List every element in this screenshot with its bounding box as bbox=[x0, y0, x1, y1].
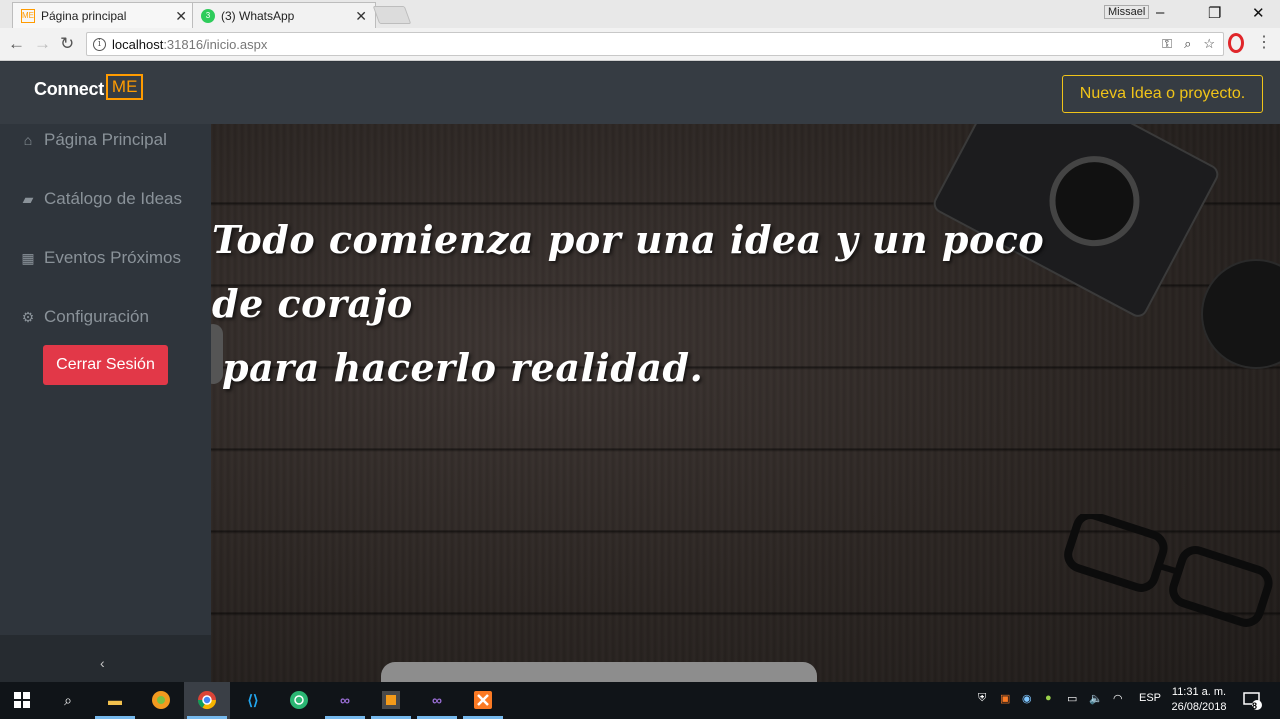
hero-quote: Todo comienza por una idea y un poco de … bbox=[212, 208, 1072, 400]
close-window-icon[interactable]: ✕ bbox=[1252, 4, 1265, 22]
language-indicator[interactable]: ESP bbox=[1139, 692, 1161, 704]
close-tab-icon[interactable]: ✕ bbox=[355, 8, 367, 25]
profile-button[interactable]: Missael bbox=[1104, 5, 1150, 19]
logout-button[interactable]: Cerrar Sesión bbox=[43, 345, 168, 385]
sidebar-footer: ‹ bbox=[0, 635, 211, 682]
sidebar: ⌂ Página Principal ▰ Catálogo de Ideas ▦… bbox=[0, 124, 211, 682]
tab-title: (3) WhatsApp bbox=[221, 8, 295, 23]
forward-icon[interactable]: → bbox=[34, 34, 51, 54]
visual-studio-icon-2[interactable]: ∞ bbox=[425, 688, 449, 712]
sidebar-item-configuracion[interactable]: ⚙ Configuración bbox=[20, 305, 149, 329]
tab-pagina-principal[interactable]: ME Página principal ✕ bbox=[12, 2, 196, 28]
visual-studio-icon[interactable]: ∞ bbox=[333, 688, 357, 712]
hero-quote-line2: para hacerlo realidad. bbox=[222, 345, 704, 390]
sidebar-item-label: Eventos Próximos bbox=[44, 248, 181, 267]
address-bar[interactable]: i localhost :31816/inicio.aspx ⚿ ⌕ ☆ bbox=[86, 32, 1224, 56]
laptop-edge-image bbox=[381, 662, 817, 682]
clock-time: 11:31 a. m. bbox=[1171, 686, 1227, 698]
fl-studio-icon[interactable] bbox=[149, 688, 173, 712]
sidebar-item-pagina-principal[interactable]: ⌂ Página Principal bbox=[20, 128, 167, 152]
sidebar-item-catalogo-ideas[interactable]: ▰ Catálogo de Ideas bbox=[20, 187, 182, 211]
connectme-favicon-icon: ME bbox=[21, 8, 35, 23]
sidebar-item-label: Catálogo de Ideas bbox=[44, 189, 182, 208]
browser-tabstrip: ME Página principal ✕ 3 (3) WhatsApp ✕ M… bbox=[0, 0, 1280, 28]
calendar-grid-icon: ▦ bbox=[21, 249, 35, 266]
back-icon[interactable]: ← bbox=[8, 34, 25, 54]
browser-menu-icon[interactable]: ⋮ bbox=[1256, 32, 1272, 52]
windows-start-icon[interactable] bbox=[10, 688, 34, 712]
lens-cap-image bbox=[1201, 259, 1280, 369]
globe-app-icon[interactable] bbox=[287, 688, 311, 712]
opera-extension-icon[interactable] bbox=[1228, 33, 1244, 53]
security-tray-icon[interactable]: ⛨ bbox=[978, 692, 986, 705]
app-tray-icon[interactable]: ● bbox=[1045, 692, 1052, 704]
book-icon: ▰ bbox=[22, 190, 34, 207]
url-host: localhost bbox=[112, 36, 164, 52]
maximize-icon[interactable]: ❐ bbox=[1208, 4, 1221, 22]
tab-title: Página principal bbox=[41, 8, 127, 23]
tab-whatsapp[interactable]: 3 (3) WhatsApp ✕ bbox=[192, 2, 376, 28]
vscode-icon[interactable]: ⟨⟩ bbox=[241, 688, 265, 712]
xampp-icon[interactable] bbox=[471, 688, 495, 712]
sublime-icon[interactable] bbox=[379, 688, 403, 712]
app-header: Connect ME Nueva Idea o proyecto. bbox=[0, 62, 1280, 124]
collapse-sidebar-icon[interactable]: ‹ bbox=[100, 655, 105, 671]
sidebar-item-label: Página Principal bbox=[44, 130, 167, 149]
clock-date: 26/08/2018 bbox=[1171, 701, 1227, 713]
whatsapp-icon: 3 bbox=[201, 8, 215, 23]
connectme-logo[interactable]: Connect ME bbox=[34, 74, 144, 102]
notification-count: 8 bbox=[1252, 701, 1258, 711]
hero-quote-line1: Todo comienza por una idea y un poco de … bbox=[212, 217, 1045, 326]
new-tab-button[interactable] bbox=[372, 6, 412, 24]
search-icon[interactable]: ⌕ bbox=[56, 688, 80, 712]
close-tab-icon[interactable]: ✕ bbox=[175, 8, 187, 25]
home-icon: ⌂ bbox=[23, 132, 33, 148]
xampp-tray-icon[interactable]: ▣ bbox=[1000, 692, 1010, 705]
file-explorer-icon[interactable]: ▬ bbox=[103, 688, 127, 712]
new-idea-button[interactable]: Nueva Idea o proyecto. bbox=[1062, 75, 1263, 113]
logo-text: Connect bbox=[34, 78, 104, 99]
zoom-icon[interactable]: ⌕ bbox=[1184, 36, 1191, 52]
logo-highlight: ME bbox=[105, 74, 144, 100]
gear-icon: ⚙ bbox=[21, 308, 35, 325]
key-icon[interactable]: ⚿ bbox=[1162, 36, 1172, 52]
url-path: :31816/inicio.aspx bbox=[163, 36, 268, 52]
info-icon[interactable]: i bbox=[93, 37, 106, 51]
sidebar-item-eventos-proximos[interactable]: ▦ Eventos Próximos bbox=[20, 246, 181, 270]
glasses-image bbox=[1064, 514, 1273, 627]
taskbar-clock[interactable]: 11:31 a. m. 26/08/2018 bbox=[1168, 685, 1230, 715]
battery-icon[interactable]: ▭ bbox=[1067, 692, 1077, 705]
windows-taskbar: ⌕ ▬ ⟨⟩ ∞ ∞ ⛨ ▣ ◉ ● ▭ 🔈 ◠ ESP 11:31 a. m.… bbox=[0, 682, 1280, 719]
sidebar-item-label: Configuración bbox=[44, 307, 149, 326]
wifi-icon[interactable]: ◠ bbox=[1113, 692, 1123, 705]
bookmark-star-icon[interactable]: ☆ bbox=[1203, 36, 1215, 52]
network-drive-tray-icon[interactable]: ◉ bbox=[1022, 692, 1032, 705]
volume-icon[interactable]: 🔈 bbox=[1089, 692, 1103, 705]
reload-icon[interactable]: ↻ bbox=[60, 34, 74, 54]
browser-toolbar: ← → ↻ i localhost :31816/inicio.aspx ⚿ ⌕… bbox=[0, 28, 1280, 61]
chrome-icon[interactable] bbox=[195, 688, 219, 712]
minimize-icon[interactable]: – bbox=[1156, 4, 1164, 21]
